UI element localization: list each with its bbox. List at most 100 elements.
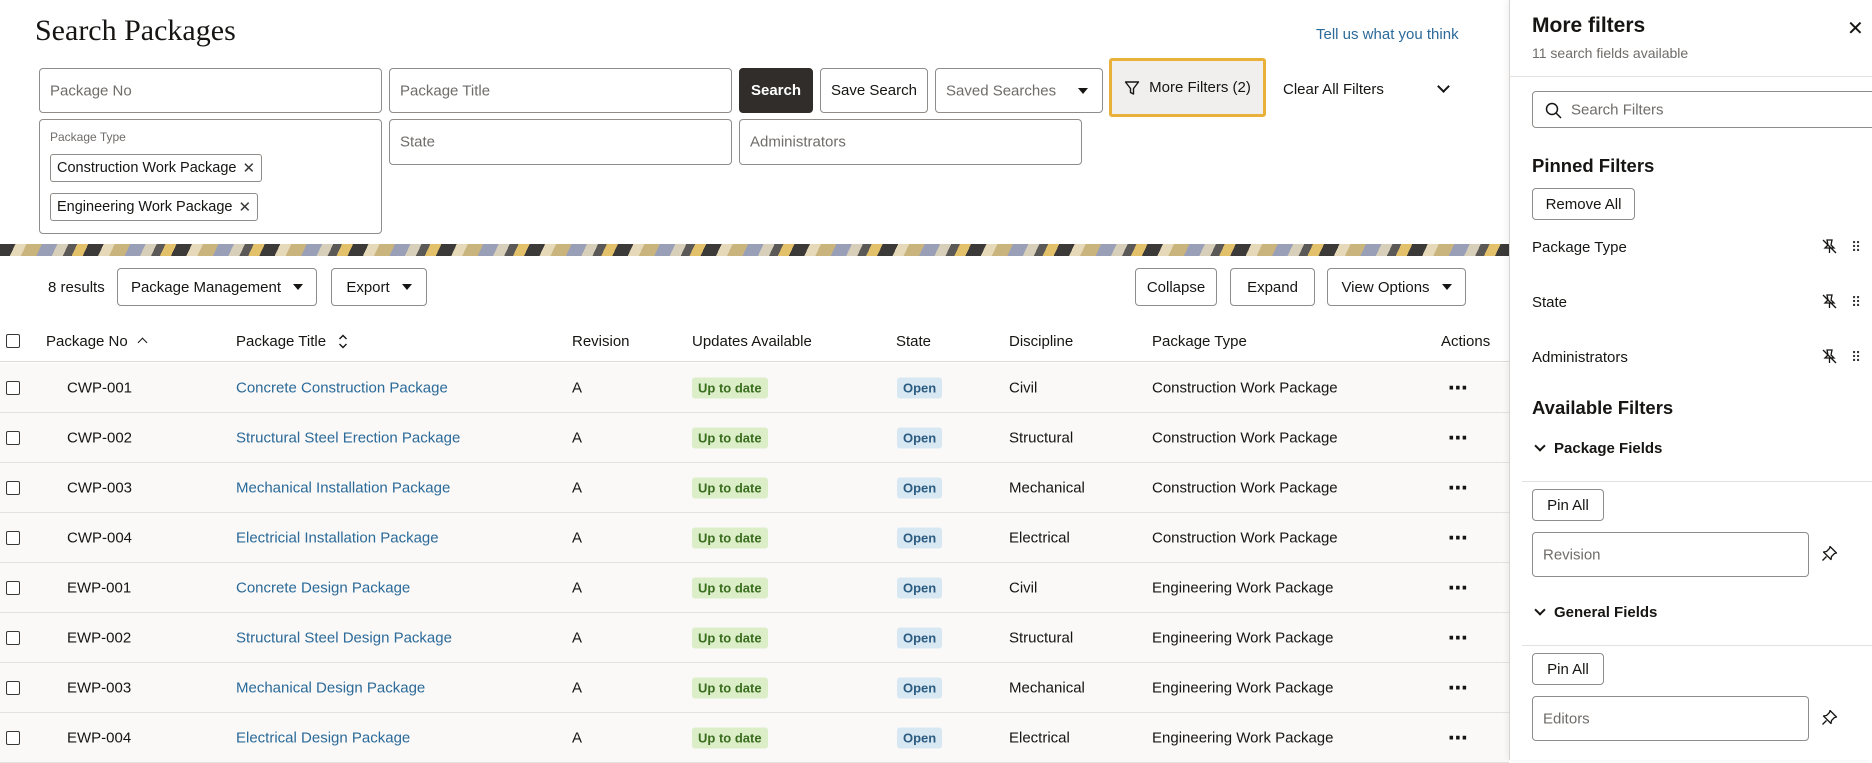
unpin-icon[interactable]	[1821, 293, 1838, 315]
pinned-filter-state: State	[1532, 294, 1568, 311]
saved-searches-select[interactable]: Saved Searches	[935, 68, 1103, 113]
row-checkbox[interactable]	[6, 681, 20, 695]
package-management-menu[interactable]: Package Management	[117, 268, 317, 306]
row-checkbox[interactable]	[6, 381, 20, 395]
expand-button[interactable]: Expand	[1230, 268, 1315, 306]
table-row[interactable]: EWP-004 Electrical Design Package A Up to d…	[0, 713, 1509, 763]
more-actions-icon[interactable]: ⋯	[1448, 575, 1469, 600]
table-row[interactable]: CWP-004 Electricial Installation Package A…	[0, 513, 1509, 563]
cell-package-title[interactable]: Electrical Design Package	[236, 729, 410, 746]
general-fields-heading[interactable]: General Fields	[1554, 604, 1657, 621]
drag-handle-icon[interactable]: ⠿	[1851, 239, 1861, 256]
cell-state-text: Open	[897, 577, 943, 598]
package-no-input[interactable]: Package No	[39, 68, 382, 113]
table-row[interactable]: EWP-001 Concrete Design Package A Up to dat…	[0, 563, 1509, 613]
more-actions-icon[interactable]: ⋯	[1448, 675, 1469, 700]
row-checkbox[interactable]	[6, 431, 20, 445]
cell-package-title[interactable]: Mechanical Design Package	[236, 679, 425, 696]
close-icon[interactable]: ✕	[1847, 16, 1864, 41]
table-row[interactable]: EWP-002 Structural Steel Design Package A U…	[0, 613, 1509, 663]
package-fields-heading[interactable]: Package Fields	[1554, 440, 1662, 457]
cell-package-title-text[interactable]: Electricial Installation Package	[236, 529, 439, 546]
table-row[interactable]: CWP-002 Structural Steel Erection Package…	[0, 413, 1509, 463]
sort-icon[interactable]	[338, 333, 348, 350]
revision-input[interactable]: Revision	[1532, 532, 1809, 577]
pin-icon[interactable]	[1821, 545, 1838, 566]
cell-state: Open	[897, 577, 943, 598]
more-actions-icon[interactable]: ⋯	[1448, 375, 1469, 400]
view-options-menu[interactable]: View Options	[1327, 268, 1466, 306]
cell-package-title[interactable]: Structural Steel Design Package	[236, 629, 452, 646]
row-checkbox[interactable]	[6, 481, 20, 495]
pin-all-package-fields-button[interactable]: Pin All	[1532, 489, 1604, 521]
search-button[interactable]: Search	[739, 68, 813, 113]
drag-handle-icon[interactable]: ⠿	[1851, 294, 1861, 311]
cell-package-title-text[interactable]: Concrete Design Package	[236, 579, 410, 596]
cell-discipline-text: Structural	[1009, 629, 1074, 646]
package-title-placeholder: Package Title	[400, 82, 491, 99]
administrators-input[interactable]: Administrators	[739, 119, 1082, 165]
pin-all-general-fields-button[interactable]: Pin All	[1532, 653, 1604, 685]
table-row[interactable]: CWP-001 Concrete Construction Package A Up …	[0, 363, 1509, 413]
row-checkbox[interactable]	[6, 581, 20, 595]
cell-package-title[interactable]: Mechanical Installation Package	[236, 479, 450, 496]
cell-revision: A	[572, 679, 582, 696]
row-checkbox[interactable]	[6, 731, 20, 745]
cell-discipline-text: Mechanical	[1009, 479, 1085, 496]
close-icon[interactable]: ✕	[242, 159, 255, 177]
more-filters-button[interactable]: More Filters (2)	[1109, 58, 1266, 117]
chevron-down-icon[interactable]	[1534, 604, 1546, 616]
cell-package-title[interactable]: Structural Steel Erection Package	[236, 429, 460, 446]
column-header-package-title[interactable]: Package Title	[236, 333, 326, 350]
pinned-filter-administrators: Administrators	[1532, 349, 1628, 366]
cell-revision-text: A	[572, 479, 583, 496]
filter-icon	[1124, 80, 1140, 95]
cell-package-title-text[interactable]: Structural Steel Erection Package	[236, 429, 460, 446]
unpin-icon[interactable]	[1821, 348, 1838, 370]
chevron-down-icon[interactable]	[1437, 80, 1450, 93]
unpin-icon[interactable]	[1821, 238, 1838, 260]
more-actions-icon[interactable]: ⋯	[1448, 525, 1469, 550]
more-actions-icon[interactable]: ⋯	[1448, 625, 1469, 650]
row-checkbox[interactable]	[6, 531, 20, 545]
cell-package-title[interactable]: Electricial Installation Package	[236, 529, 439, 546]
cell-package-no: EWP-001	[67, 579, 131, 596]
cell-package-title-text[interactable]: Electrical Design Package	[236, 729, 410, 746]
more-actions-icon[interactable]: ⋯	[1448, 725, 1469, 750]
cell-package-title-text[interactable]: Structural Steel Design Package	[236, 629, 452, 646]
export-menu[interactable]: Export	[331, 268, 427, 306]
cell-package-title-text[interactable]: Mechanical Design Package	[236, 679, 425, 696]
package-title-input[interactable]: Package Title	[389, 68, 732, 113]
cell-updates-available: Up to date	[692, 577, 768, 598]
package-type-field[interactable]: Package Type Construction Work Package ✕…	[39, 119, 382, 234]
more-actions-icon[interactable]: ⋯	[1448, 475, 1469, 500]
cell-state: Open	[897, 727, 943, 748]
cell-updates-available-text: Up to date	[692, 727, 768, 748]
cell-discipline-text: Structural	[1009, 429, 1074, 446]
collapse-button[interactable]: Collapse	[1135, 268, 1217, 306]
cell-package-title[interactable]: Concrete Construction Package	[236, 379, 448, 396]
more-actions-icon[interactable]: ⋯	[1448, 425, 1469, 450]
row-checkbox[interactable]	[6, 631, 20, 645]
close-icon[interactable]: ✕	[238, 198, 251, 216]
table-row[interactable]: EWP-003 Mechanical Design Package A Up to d…	[0, 663, 1509, 713]
drag-handle-icon[interactable]: ⠿	[1851, 349, 1861, 366]
select-all-checkbox[interactable]	[6, 334, 20, 348]
cell-revision: A	[572, 729, 582, 746]
state-input[interactable]: State	[389, 119, 732, 165]
pin-icon[interactable]	[1821, 709, 1838, 730]
sort-ascending-icon[interactable]	[137, 337, 148, 348]
feedback-link[interactable]: Tell us what you think	[1316, 26, 1459, 43]
remove-all-button[interactable]: Remove All	[1532, 188, 1635, 220]
chevron-down-icon[interactable]	[1534, 440, 1546, 452]
table-row[interactable]: CWP-003 Mechanical Installation Package A U…	[0, 463, 1509, 513]
editors-input[interactable]: Editors	[1532, 696, 1809, 741]
cell-package-title-text[interactable]: Concrete Construction Package	[236, 379, 448, 396]
clear-all-filters-button[interactable]: Clear All Filters	[1283, 81, 1384, 98]
save-search-button[interactable]: Save Search	[820, 68, 928, 113]
cell-package-title[interactable]: Concrete Design Package	[236, 579, 410, 596]
column-header-package-no[interactable]: Package No	[46, 333, 128, 350]
search-filters-input[interactable]: Search Filters	[1532, 91, 1872, 128]
cell-package-title-text[interactable]: Mechanical Installation Package	[236, 479, 450, 496]
page-title: Search Packages	[35, 14, 236, 47]
